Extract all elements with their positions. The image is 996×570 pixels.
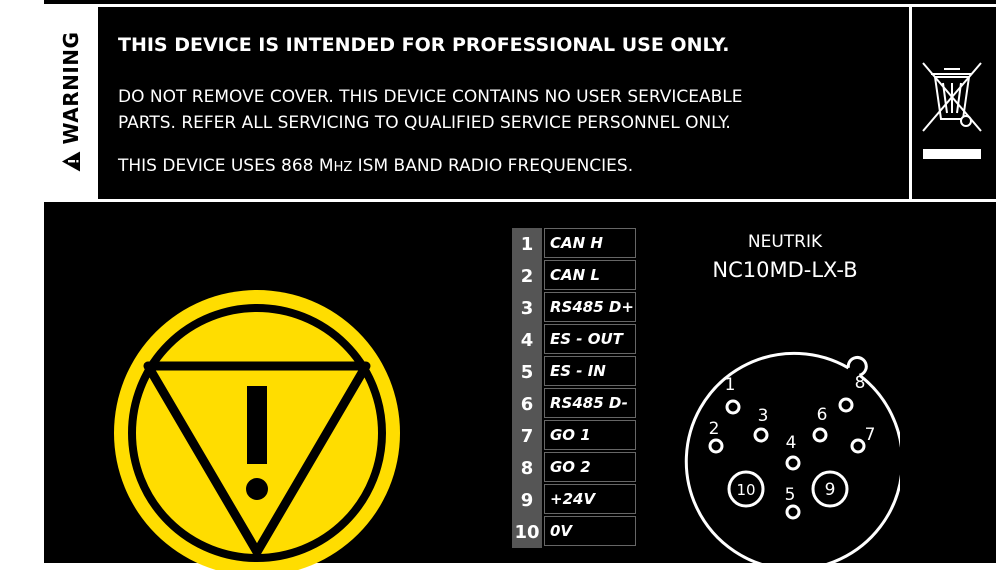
rf-notice-start: THIS DEVICE USES 868 M (118, 156, 334, 176)
diagram-pin-5: 5 (785, 485, 796, 505)
pin-number: 8 (512, 452, 542, 484)
warning-word: WARNING (59, 31, 83, 145)
diagram-pin-8: 8 (855, 373, 866, 393)
weee-crossed-bin-icon (922, 62, 982, 159)
pin-number: 9 (512, 484, 542, 516)
table-row: 9 +24V (512, 484, 638, 516)
pin-label: GO 1 (544, 420, 636, 450)
cover-notice: DO NOT REMOVE COVER. THIS DEVICE CONTAIN… (118, 84, 743, 136)
diagram-pin-6: 6 (817, 405, 828, 425)
table-row: 8 GO 2 (512, 452, 638, 484)
pin-number: 7 (512, 420, 542, 452)
radio-frequency-notice: THIS DEVICE USES 868 MHZ ISM BAND RADIO … (118, 156, 633, 176)
estop-symbol-icon (114, 290, 400, 570)
pin-number: 2 (512, 260, 542, 292)
pin-label: CAN L (544, 260, 636, 290)
warning-triangle-icon (62, 151, 80, 172)
cover-notice-line-1: DO NOT REMOVE COVER. THIS DEVICE CONTAIN… (118, 87, 743, 107)
diagram-pin-10: 10 (736, 481, 755, 499)
diagram-pin-9: 9 (825, 480, 836, 500)
table-row: 1 CAN H (512, 228, 638, 260)
pin-label: GO 2 (544, 452, 636, 482)
pin-label: 0V (544, 516, 636, 546)
pin-number: 4 (512, 324, 542, 356)
diagram-pin-7: 7 (865, 425, 876, 445)
professional-use-notice: THIS DEVICE IS INTENDED FOR PROFESSIONAL… (118, 34, 730, 56)
connector-pinout-diagram: 1 2 3 4 5 6 7 8 9 10 (684, 351, 900, 563)
rf-notice-unit: HZ (333, 160, 353, 175)
diagram-pin-1: 1 (725, 375, 736, 395)
cover-notice-line-2: PARTS. REFER ALL SERVICING TO QUALIFIED … (118, 113, 731, 133)
pin-number: 10 (512, 516, 542, 548)
pin-label: ES - OUT (544, 324, 636, 354)
table-row: 7 GO 1 (512, 420, 638, 452)
table-row: 4 ES - OUT (512, 324, 638, 356)
weee-divider (909, 4, 912, 202)
pin-label: +24V (544, 484, 636, 514)
header-divider (44, 199, 996, 202)
pin-number: 5 (512, 356, 542, 388)
table-row: 5 ES - IN (512, 356, 638, 388)
pin-number: 6 (512, 388, 542, 420)
pin-table: 1 CAN H 2 CAN L 3 RS485 D+ 4 ES - OUT 5 ES - … (512, 228, 638, 550)
pin-number: 1 (512, 228, 542, 260)
table-row: 10 0V (512, 516, 638, 548)
pin-label: RS485 D+ (544, 292, 636, 322)
table-row: 3 RS485 D+ (512, 292, 638, 324)
pin-number: 3 (512, 292, 542, 324)
pin-label: ES - IN (544, 356, 636, 386)
connector-brand: NEUTRIK (747, 232, 823, 252)
diagram-pin-4: 4 (786, 433, 797, 453)
pin-label: RS485 D- (544, 388, 636, 418)
table-row: 6 RS485 D- (512, 388, 638, 420)
connector-model: NC10MD-LX-B (712, 258, 858, 282)
warning-label: WARNING (59, 32, 83, 173)
rf-notice-end: ISM BAND RADIO FREQUENCIES. (352, 156, 634, 176)
diagram-pin-3: 3 (758, 406, 769, 426)
table-row: 2 CAN L (512, 260, 638, 292)
diagram-pin-2: 2 (709, 419, 720, 439)
pin-label: CAN H (544, 228, 636, 258)
top-border (44, 4, 996, 7)
